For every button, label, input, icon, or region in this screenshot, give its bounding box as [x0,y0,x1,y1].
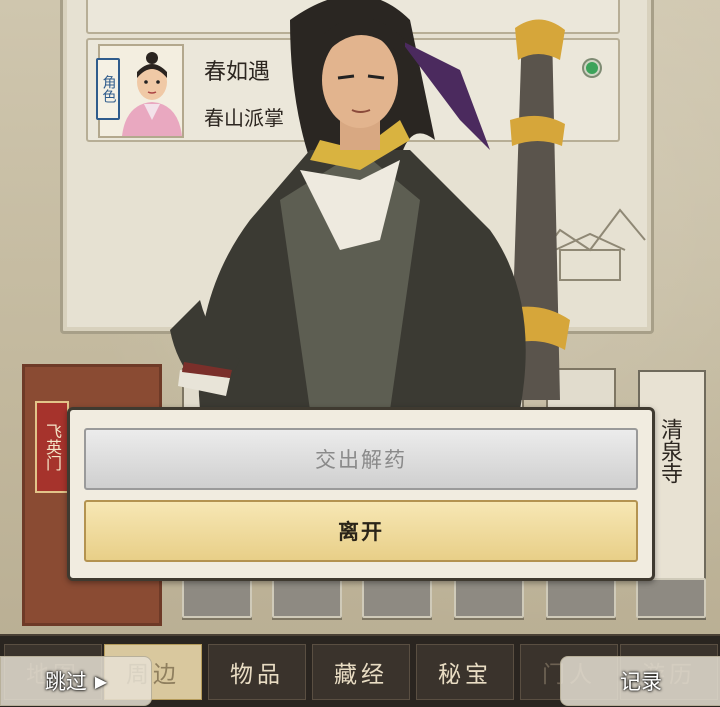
empty-slot [182,578,252,618]
play-skip-icon: ▶ [94,671,108,691]
status-indicator [584,60,600,76]
empty-slot [546,578,616,618]
log-button[interactable]: 记录 [560,656,720,706]
swordsman-character [170,0,570,410]
location-label-right: 清泉寺 [657,418,682,484]
game-scene: 角色 春如遇 春山派掌 飞英门 清泉寺 交出解药 离开 周边 物品 藏经 秘宝 … [0,0,720,707]
role-tag: 角色 [96,58,120,120]
empty-slot [272,578,342,618]
leave-button[interactable]: 离开 [84,500,638,562]
tab-scriptures[interactable]: 藏经 [312,644,410,700]
empty-slot [362,578,432,618]
skip-button[interactable]: 跳过 ▶ [0,656,152,706]
give-antidote-button[interactable]: 交出解药 [84,428,638,490]
location-label-left: 飞英门 [35,401,69,493]
tab-items[interactable]: 物品 [208,644,306,700]
choice-dialog: 交出解药 离开 [67,407,655,581]
empty-slot [636,578,706,618]
empty-slot [454,578,524,618]
skip-label: 跳过 [44,670,87,694]
log-label: 记录 [620,670,662,694]
tab-treasures[interactable]: 秘宝 [416,644,514,700]
